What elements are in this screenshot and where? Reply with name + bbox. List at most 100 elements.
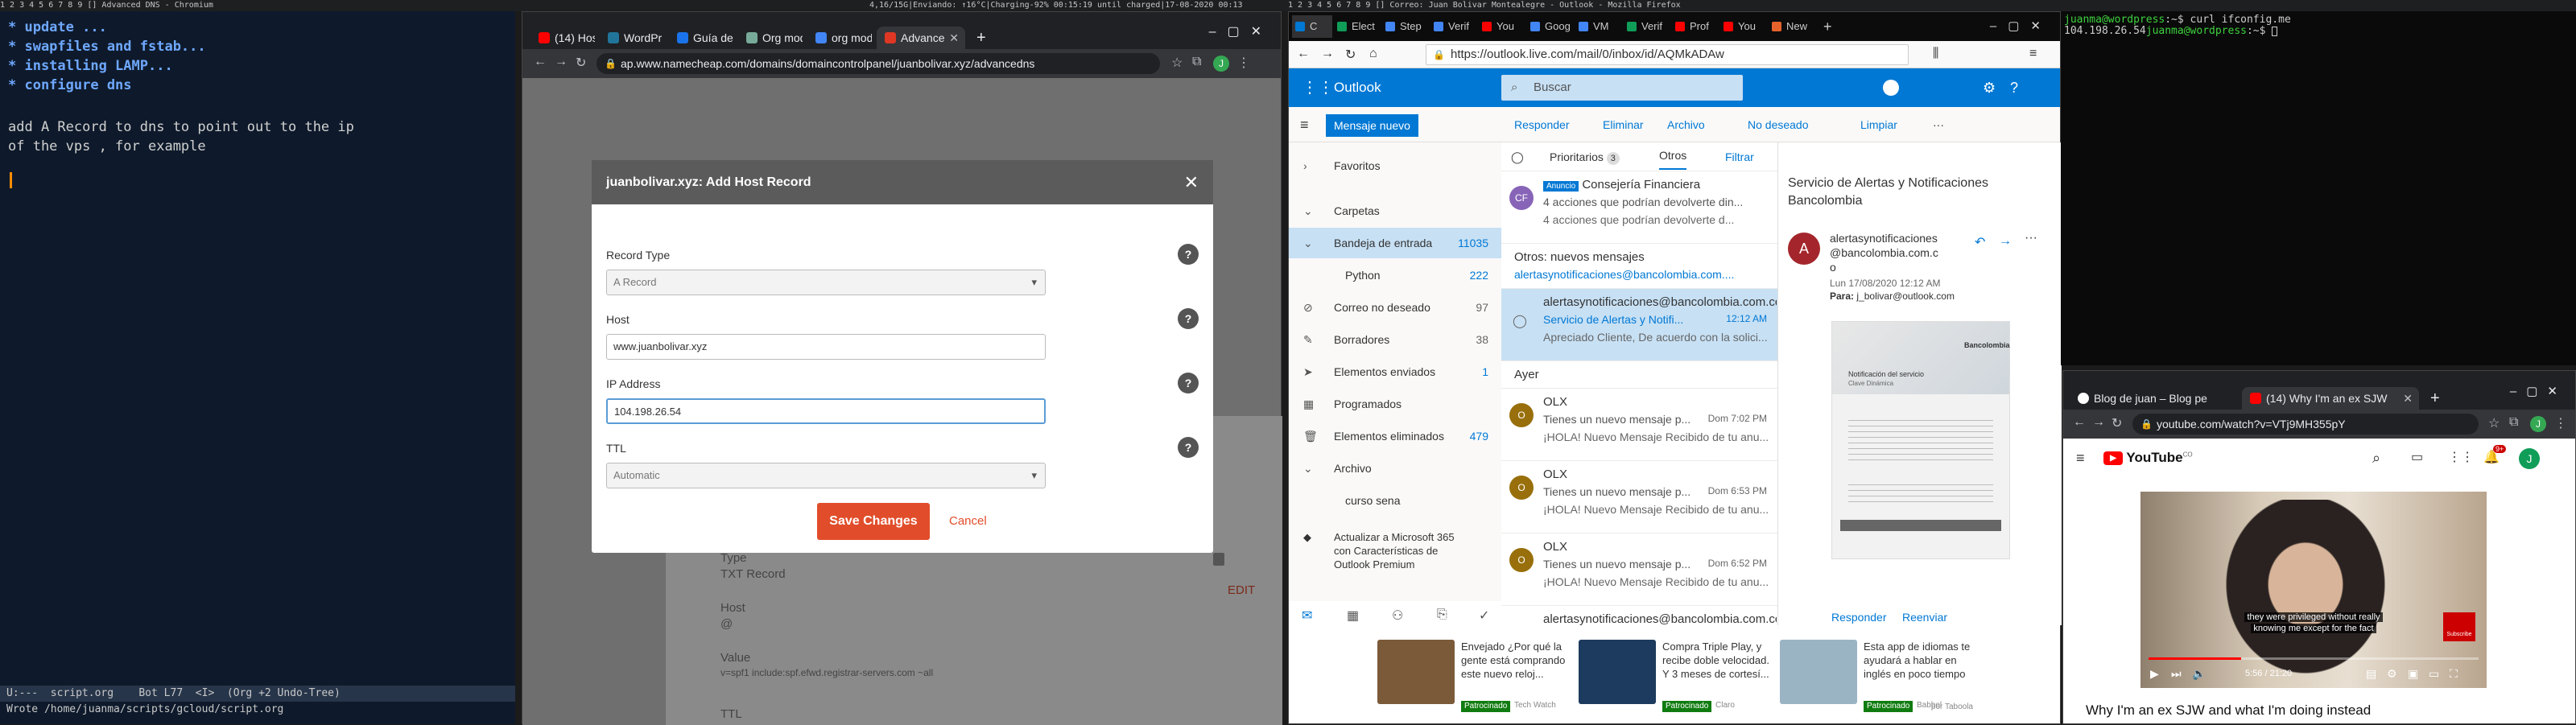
help-icon[interactable]: ?	[1178, 437, 1199, 458]
nav-favorites[interactable]: › Favoritos	[1289, 150, 1501, 181]
message-item[interactable]: O OLX Tienes un nuevo mensaje p... Dom 6…	[1501, 461, 1777, 533]
todo-icon[interactable]: ✓	[1479, 608, 1489, 624]
reload-icon[interactable]: ↻	[576, 55, 586, 71]
settings-icon[interactable]: ⚙	[2387, 667, 2397, 681]
user-avatar[interactable]: J	[2519, 448, 2540, 469]
archive-button[interactable]: Archivo	[1667, 107, 1705, 142]
forward-icon[interactable]: →	[555, 55, 568, 69]
address-bar[interactable]: 🔒 https://outlook.live.com/mail/0/inbox/…	[1426, 44, 1909, 65]
help-icon[interactable]: ?	[2010, 68, 2018, 107]
new-tab-button[interactable]: +	[970, 27, 994, 49]
sweep-button[interactable]: Limpiar	[1860, 107, 1897, 142]
new-tab-button[interactable]: +	[2424, 387, 2448, 410]
fullscreen-icon[interactable]: ⛶	[2450, 667, 2458, 681]
people-icon[interactable]: ⚇	[1392, 608, 1403, 624]
record-type-select[interactable]: A Record ▾	[606, 270, 1046, 295]
hamburger-icon[interactable]: ≡	[2076, 439, 2085, 477]
next-icon[interactable]: ⏭	[2171, 667, 2182, 681]
message-item[interactable]: O OLX Tienes un nuevo mensaje p... Dom 7…	[1501, 389, 1777, 461]
nav-archive[interactable]: ⌄ Archivo	[1289, 453, 1501, 484]
message-item[interactable]: O OLX Tienes un nuevo mensaje p... Dom 6…	[1501, 533, 1777, 606]
video-player[interactable]: they were privileged without really know…	[2140, 492, 2487, 688]
volume-icon[interactable]: 🔈	[2192, 667, 2206, 681]
taboola-credit[interactable]: por Taboola	[1931, 702, 1973, 711]
browser-tab[interactable]: Org mod	[738, 27, 803, 49]
nav-folders[interactable]: ⌄ Carpetas	[1289, 196, 1501, 226]
address-bar[interactable]: 🔒 youtube.com/watch?v=VTj9MH355pY	[2132, 414, 2479, 435]
browser-tab-active[interactable]: (14) Why I'm an ex SJW ✕	[2242, 387, 2419, 410]
message-item-ad[interactable]: CF Anuncio Consejería Financiera 4 accio…	[1501, 171, 1777, 244]
more-icon[interactable]: ···	[2025, 231, 2037, 245]
forward-icon[interactable]: →	[1321, 47, 1334, 61]
nav-python[interactable]: Python 222	[1289, 260, 1501, 290]
window-controls[interactable]: –▢✕	[1990, 19, 2052, 33]
help-icon[interactable]: ?	[1178, 244, 1199, 265]
subscribe-watermark[interactable]: Subscribe	[2443, 612, 2475, 641]
back-icon[interactable]: ←	[534, 55, 547, 69]
hamburger-icon[interactable]: ≡	[1300, 107, 1309, 142]
extensions-icon[interactable]: ⧉	[1192, 55, 1201, 69]
window-controls[interactable]: –▢✕	[2510, 384, 2567, 398]
ad-card[interactable]: Compra Triple Play, y recibe doble veloc…	[1579, 640, 1772, 712]
new-tab-button[interactable]: +	[1817, 15, 1841, 38]
browser-tab[interactable]: Guía de	[669, 27, 733, 49]
address-bar[interactable]: 🔒 ap.www.namecheap.com/domains/domaincon…	[597, 53, 1160, 74]
reply-button[interactable]: Responder	[1514, 107, 1570, 142]
trash-icon[interactable]	[1213, 553, 1224, 566]
miniplayer-icon[interactable]: ▣	[2408, 667, 2418, 681]
reload-icon[interactable]: ↻	[1345, 47, 1356, 63]
save-changes-button[interactable]: Save Changes	[817, 503, 930, 540]
filter-button[interactable]: Filtrar	[1725, 142, 1754, 171]
ad-card[interactable]: Envejado ¿Por qué la gente está comprand…	[1377, 640, 1571, 712]
theater-icon[interactable]: ▭	[2429, 667, 2439, 681]
junk-button[interactable]: No deseado	[1748, 107, 1809, 142]
app-launcher-icon[interactable]: ⋮⋮	[1302, 68, 1334, 107]
browser-tab[interactable]: org mod	[807, 27, 872, 49]
tab-other[interactable]: Otros	[1659, 142, 1687, 170]
captions-icon[interactable]: ▤	[2366, 667, 2376, 681]
browser-tab[interactable]: You	[1720, 15, 1767, 38]
ad-card[interactable]: Esta app de idiomas te ayudará a hablar …	[1780, 640, 1973, 712]
play-icon[interactable]: ▶	[2150, 667, 2159, 681]
forward-icon[interactable]: →	[1999, 234, 2012, 249]
nav-scheduled[interactable]: ▦ Programados	[1289, 389, 1501, 419]
browser-tab[interactable]: Verif	[1430, 15, 1477, 38]
forward-link[interactable]: Reenviar	[1902, 611, 1947, 624]
search-input[interactable]: ⌕ Buscar	[1501, 75, 1743, 101]
browser-tab[interactable]: Step	[1382, 15, 1429, 38]
youtube-logo[interactable]: ▶ YouTubeCO	[2103, 450, 2193, 466]
calendar-icon[interactable]: ▦	[1347, 608, 1359, 624]
tab-focused[interactable]: Prioritarios 3	[1550, 142, 1620, 171]
close-tab-icon[interactable]: ✕	[2403, 387, 2413, 410]
cancel-button[interactable]: Cancel	[949, 503, 987, 540]
attach-icon[interactable]: ⎘	[1437, 608, 1447, 622]
browser-tab[interactable]: Goog	[1527, 15, 1574, 38]
ip-address-input[interactable]: 104.198.26.54	[606, 398, 1046, 424]
browser-tab[interactable]: You	[1479, 15, 1525, 38]
profile-avatar[interactable]: J	[1213, 56, 1229, 72]
app-title[interactable]: Outlook	[1334, 68, 1381, 107]
reply-icon[interactable]: ↶	[1975, 234, 1985, 250]
bookmark-star-icon[interactable]: ☆	[1171, 55, 1183, 71]
menu-icon[interactable]: ⋮	[1237, 55, 1250, 71]
close-dialog-icon[interactable]: ✕	[1184, 160, 1199, 204]
record-edit-link[interactable]: EDIT	[1228, 583, 1255, 597]
browser-tab-active[interactable]: C	[1292, 15, 1332, 38]
apps-icon[interactable]: ⋮⋮	[2448, 439, 2474, 477]
more-icon[interactable]: ···	[1933, 107, 1944, 142]
mail-icon[interactable]: ✉	[1302, 608, 1312, 624]
upgrade-promo[interactable]: ◆ Actualizar a Microsoft 365 con Caracter…	[1303, 530, 1455, 571]
sender-address[interactable]: alertasynotificaciones @bancolombia.com.c…	[1830, 231, 1938, 274]
browser-tab-active[interactable]: Advance ✕	[877, 27, 965, 49]
back-icon[interactable]: ←	[2073, 415, 2086, 430]
nav-sent[interactable]: ➤ Elementos enviados 1	[1289, 356, 1501, 387]
progress-bar-track[interactable]	[2149, 657, 2479, 660]
nav-inbox[interactable]: ⌄ Bandeja de entrada 11035	[1289, 228, 1501, 258]
home-icon[interactable]: ⌂	[1369, 47, 1377, 61]
menu-icon[interactable]: ≡	[2029, 47, 2037, 61]
video-title[interactable]: Why I'm an ex SJW and what I'm doing ins…	[2086, 702, 2371, 719]
reload-icon[interactable]: ↻	[2112, 415, 2122, 431]
help-icon[interactable]: ?	[1178, 373, 1199, 393]
back-icon[interactable]: ←	[1297, 47, 1310, 61]
extensions-icon[interactable]: ⧉	[2509, 415, 2518, 430]
